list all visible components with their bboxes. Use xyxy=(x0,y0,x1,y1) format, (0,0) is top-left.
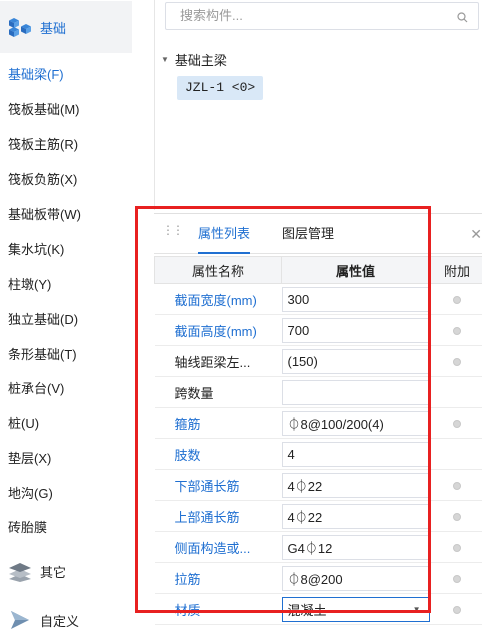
component-list-panel: ▼ 基础主梁 JZL-1 <0> xyxy=(154,0,482,210)
property-panel: ⋮⋮ 属性列表 图层管理 ✕ 属性名称 属性值 附加 截面宽度(mm) 300 xyxy=(154,213,482,635)
custom-arrow-icon xyxy=(0,609,40,631)
group-other[interactable]: 其它 xyxy=(0,546,132,596)
material-select[interactable]: 混凝土 ▼ xyxy=(281,596,430,622)
property-table: 属性名称 属性值 附加 截面宽度(mm) 300 截面高度(mm) 700 轴线 xyxy=(154,256,482,625)
property-value-field[interactable]: 4⏀22 xyxy=(281,472,430,498)
drag-handle-icon[interactable]: ⋮⋮ xyxy=(162,224,184,236)
sidebar-item-brick-mould[interactable]: 砖胎膜 xyxy=(8,517,47,537)
sidebar-item-pile-cap[interactable]: 桩承台(V) xyxy=(8,378,64,398)
tree-item-jzl-1[interactable]: JZL-1 <0> xyxy=(177,76,264,100)
column-header-extra: 附加 xyxy=(429,256,482,284)
table-row: 肢数 4 xyxy=(154,438,482,470)
extra-radio[interactable] xyxy=(453,357,461,366)
property-tabs: ⋮⋮ 属性列表 图层管理 ✕ xyxy=(154,214,482,254)
property-value-field[interactable]: 300 xyxy=(281,286,430,312)
group-custom[interactable]: 自定义 xyxy=(0,597,132,635)
property-value-field[interactable]: 4 xyxy=(281,441,430,467)
table-row: 侧面构造或... G4⏀12 xyxy=(154,531,482,563)
layers-icon xyxy=(0,560,40,582)
group-foundation-label: 基础 xyxy=(40,20,67,36)
extra-radio[interactable] xyxy=(453,574,461,583)
group-foundation[interactable]: 基础 xyxy=(0,1,132,53)
sidebar-item-column-pier[interactable]: 柱墩(Y) xyxy=(8,274,51,294)
component-search-input[interactable] xyxy=(180,8,440,23)
table-row: 下部通长筋 4⏀22 xyxy=(154,469,482,501)
sidebar-item-raft-main-rebar[interactable]: 筏板主筋(R) xyxy=(8,134,78,154)
property-value-field[interactable]: 4⏀22 xyxy=(281,503,430,529)
property-table-header: 属性名称 属性值 附加 xyxy=(154,256,482,284)
sidebar-item-raft-foundation[interactable]: 筏板基础(M) xyxy=(8,99,80,119)
extra-radio[interactable] xyxy=(453,512,461,521)
property-name: 跨数量 xyxy=(154,376,282,408)
material-select-value: 混凝土 xyxy=(287,602,327,618)
property-name: 肢数 xyxy=(154,438,282,470)
property-name: 上部通长筋 xyxy=(154,500,282,532)
close-icon[interactable]: ✕ xyxy=(470,226,482,243)
property-value-field[interactable] xyxy=(281,379,430,405)
table-row: 轴线距梁左... (150) xyxy=(154,345,482,377)
search-icon[interactable] xyxy=(457,11,468,26)
group-custom-label: 自定义 xyxy=(40,613,80,629)
column-header-name: 属性名称 xyxy=(154,256,282,284)
table-row: 截面宽度(mm) 300 xyxy=(154,283,482,315)
extra-radio[interactable] xyxy=(453,419,461,428)
property-name: 轴线距梁左... xyxy=(154,345,282,377)
sidebar-item-strip-footing[interactable]: 条形基础(T) xyxy=(8,344,77,364)
table-row: 箍筋 ⏀8@100/200(4) xyxy=(154,407,482,439)
sidebar-item-pile[interactable]: 桩(U) xyxy=(8,413,39,433)
property-name: 截面高度(mm) xyxy=(154,314,282,346)
table-row: 跨数量 xyxy=(154,376,482,408)
property-name: 侧面构造或... xyxy=(154,531,282,563)
sidebar-item-raft-negative-rebar[interactable]: 筏板负筋(X) xyxy=(8,169,77,189)
extra-radio[interactable] xyxy=(453,326,461,335)
tab-layer-management[interactable]: 图层管理 xyxy=(282,214,334,254)
tab-property-list[interactable]: 属性列表 xyxy=(198,214,251,254)
tree-group-label: 基础主梁 xyxy=(174,53,227,68)
property-value-field[interactable]: ⏀8@100/200(4) xyxy=(281,410,430,436)
foundation-blocks-icon xyxy=(0,16,40,38)
table-row: 拉筋 ⏀8@200 xyxy=(154,562,482,594)
property-value-field[interactable]: ⏀8@200 xyxy=(281,565,430,591)
sidebar-item-isolated-footing[interactable]: 独立基础(D) xyxy=(8,309,78,329)
component-search-box[interactable] xyxy=(165,2,479,30)
chevron-down-icon[interactable]: ▼ xyxy=(413,605,421,614)
property-name: 箍筋 xyxy=(154,407,282,439)
table-row: 截面高度(mm) 700 xyxy=(154,314,482,346)
property-value-field[interactable]: 700 xyxy=(281,317,430,343)
property-value-field[interactable]: G4⏀12 xyxy=(281,534,430,560)
tree-group-foundation-main-beam[interactable]: ▼ 基础主梁 xyxy=(161,50,227,69)
property-name: 拉筋 xyxy=(154,562,282,594)
sidebar-item-cushion[interactable]: 垫层(X) xyxy=(8,448,51,468)
table-row: 上部通长筋 4⏀22 xyxy=(154,500,482,532)
property-name: 截面宽度(mm) xyxy=(154,283,282,315)
property-value-field[interactable]: (150) xyxy=(281,348,430,374)
extra-radio[interactable] xyxy=(453,605,461,614)
table-row: 材质 混凝土 ▼ xyxy=(154,593,482,625)
group-other-label: 其它 xyxy=(40,564,67,580)
app-root: 基础 基础梁(F) 筏板基础(M) 筏板主筋(R) 筏板负筋(X) 基础板带(W… xyxy=(0,0,482,635)
sidebar-item-foundation-slab-strip[interactable]: 基础板带(W) xyxy=(8,204,81,224)
extra-radio[interactable] xyxy=(453,295,461,304)
extra-radio[interactable] xyxy=(453,481,461,490)
component-type-sidebar: 基础 基础梁(F) 筏板基础(M) 筏板主筋(R) 筏板负筋(X) 基础板带(W… xyxy=(0,0,132,635)
column-header-value: 属性值 xyxy=(281,256,430,284)
property-name: 下部通长筋 xyxy=(154,469,282,501)
property-name: 材质 xyxy=(154,593,282,625)
sidebar-item-trench[interactable]: 地沟(G) xyxy=(8,483,53,503)
collapse-caret-icon[interactable]: ▼ xyxy=(161,55,169,64)
extra-radio[interactable] xyxy=(453,543,461,552)
sidebar-item-foundation-beam[interactable]: 基础梁(F) xyxy=(8,64,64,84)
sidebar-item-sump-pit[interactable]: 集水坑(K) xyxy=(8,239,64,259)
